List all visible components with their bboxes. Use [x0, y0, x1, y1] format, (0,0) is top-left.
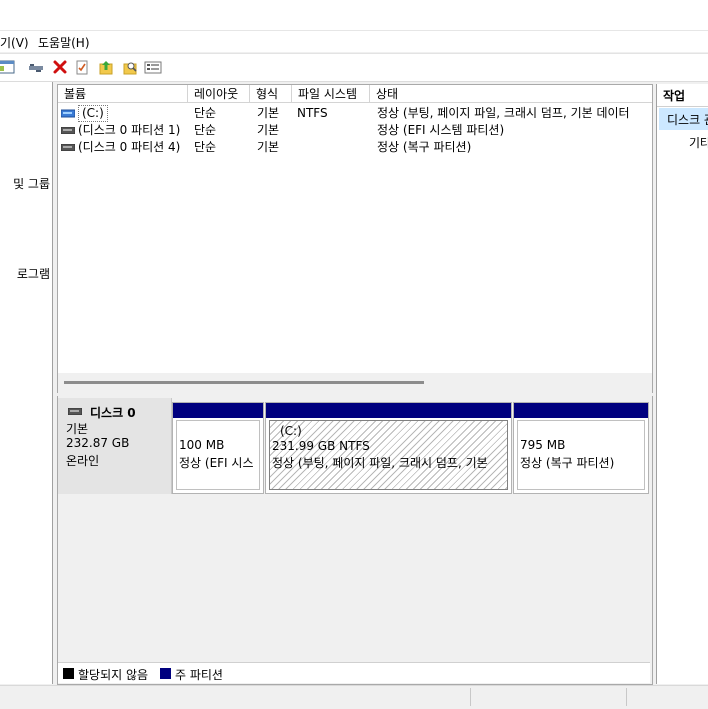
volume-name: (디스크 0 파티션 1): [78, 123, 181, 137]
navigation-pane: 및 그룹 로그램: [0, 82, 53, 684]
volume-type: 기본: [257, 123, 280, 137]
legend: 할당되지 않음 주 파티션: [58, 662, 650, 683]
volume-file-system: NTFS: [297, 106, 328, 120]
column-header-volume[interactable]: 볼륨: [58, 85, 188, 103]
disk-state: 온라인: [66, 454, 100, 468]
partition-status: 정상 (EFI 시스: [179, 456, 254, 470]
disk-size: 232.87 GB: [66, 436, 130, 450]
column-header-type[interactable]: 형식: [250, 85, 292, 103]
nav-item-programs[interactable]: 로그램: [17, 265, 50, 282]
volume-status: 정상 (부팅, 페이지 파일, 크래시 덤프, 기본 데이터: [377, 106, 630, 120]
volume-name: (C:): [78, 105, 108, 122]
column-header-layout[interactable]: 레이아웃: [188, 85, 250, 103]
disk-type: 기본: [66, 422, 89, 436]
list-icon[interactable]: [143, 57, 163, 77]
actions-pane: 작업 디스크 관 기타: [656, 84, 708, 684]
actions-title: 작업: [663, 89, 686, 103]
console-tree-icon[interactable]: [0, 57, 16, 77]
partition-c[interactable]: (C:) 231.99 GB NTFS 정상 (부팅, 페이지 파일, 크래시 …: [265, 402, 512, 494]
drive-icon: [61, 144, 75, 151]
disk-icon: [68, 408, 82, 415]
horizontal-scrollbar[interactable]: [58, 373, 652, 393]
volume-layout: 단순: [194, 140, 217, 154]
legend-unallocated: 할당되지 않음: [78, 668, 149, 682]
action-disk-management-label: 디스크 관: [667, 113, 708, 127]
title-bar: [0, 0, 708, 31]
status-divider: [470, 688, 471, 706]
delete-icon[interactable]: [50, 57, 70, 77]
partition-size: 231.99 GB NTFS: [272, 439, 370, 453]
scrollbar-thumb[interactable]: [64, 381, 424, 384]
partition-label: (C:): [280, 424, 302, 438]
partition-recovery[interactable]: 795 MB 정상 (복구 파티션): [513, 402, 649, 494]
volume-status: 정상 (복구 파티션): [377, 140, 472, 154]
menu-bar: 기(V) 도움말(H): [0, 31, 708, 52]
partition-efi[interactable]: 100 MB 정상 (EFI 시스: [172, 402, 264, 494]
unallocated-swatch: [63, 668, 74, 679]
column-header-status[interactable]: 상태: [370, 85, 652, 103]
column-header-file-system[interactable]: 파일 시스템: [292, 85, 370, 103]
disk-label[interactable]: 디스크 0 기본 232.87 GB 온라인: [58, 398, 172, 494]
primary-swatch: [160, 668, 171, 679]
volume-type: 기본: [257, 106, 280, 120]
volume-list: 볼륨 레이아웃 형식 파일 시스템 상태 (C:) 단순 기본 NTFS 정상 …: [57, 84, 653, 394]
primary-partition-bar: [514, 403, 648, 418]
partition-size: 100 MB: [179, 438, 225, 452]
primary-partition-bar: [173, 403, 263, 418]
nav-item-groups[interactable]: 및 그룹: [13, 175, 50, 192]
action-other[interactable]: 기타: [689, 134, 708, 151]
volume-layout: 단순: [194, 123, 217, 137]
action-disk-management[interactable]: 디스크 관: [659, 108, 708, 130]
table-row[interactable]: (디스크 0 파티션 1) 단순 기본 정상 (EFI 시스템 파티션): [58, 122, 652, 139]
toolbar: [0, 53, 708, 82]
disk-name: 디스크 0: [90, 406, 136, 420]
legend-primary: 주 파티션: [175, 668, 223, 682]
status-divider: [626, 688, 627, 706]
drive-icon: [61, 127, 75, 134]
status-bar: [0, 685, 708, 709]
volume-type: 기본: [257, 140, 280, 154]
connect-icon[interactable]: [26, 57, 46, 77]
volume-status: 정상 (EFI 시스템 파티션): [377, 123, 505, 137]
properties-icon[interactable]: [72, 57, 92, 77]
partition-status: 정상 (복구 파티션): [520, 456, 615, 470]
partition-size: 795 MB: [520, 438, 566, 452]
menu-view[interactable]: 기(V): [0, 34, 29, 51]
find-icon[interactable]: [120, 57, 140, 77]
table-row[interactable]: (디스크 0 파티션 4) 단순 기본 정상 (복구 파티션): [58, 139, 652, 156]
volume-layout: 단순: [194, 106, 217, 120]
primary-partition-bar: [266, 403, 511, 418]
partition-status: 정상 (부팅, 페이지 파일, 크래시 덤프, 기본: [272, 456, 488, 470]
table-row[interactable]: (C:) 단순 기본 NTFS 정상 (부팅, 페이지 파일, 크래시 덤프, …: [58, 105, 652, 122]
volume-name: (디스크 0 파티션 4): [78, 140, 181, 154]
actions-header: 작업: [657, 84, 708, 107]
up-folder-icon[interactable]: [96, 57, 116, 77]
volume-icon: [61, 109, 75, 118]
menu-help[interactable]: 도움말(H): [38, 34, 90, 51]
